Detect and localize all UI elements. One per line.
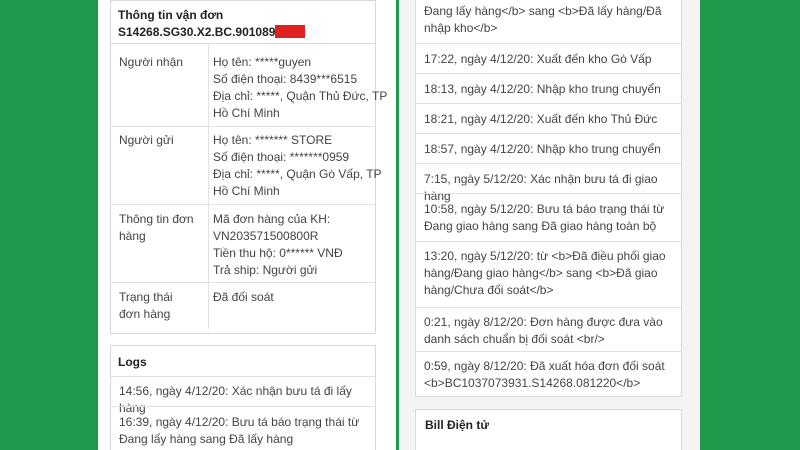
right-screen: Đang lấy hàng</b> sang <b>Đã lấy hàng/Đã… (399, 0, 700, 450)
order-info-header: Thông tin vận đơn S14268.SG30.X2.BC.9010… (111, 1, 375, 44)
shipping-payer: Trả ship: Người gửi (213, 263, 318, 277)
receiver-label: Người nhận (119, 55, 183, 69)
left-screen: Thông tin vận đơn S14268.SG30.X2.BC.9010… (98, 0, 396, 450)
receiver-name: Họ tên: *****guyen (213, 55, 312, 69)
log-entry: 18:21, ngày 4/12/20: Xuất đến kho Thủ Đứ… (416, 103, 681, 133)
receiver-phone: Số điện thoại: 8439***6515 (213, 72, 358, 86)
log-entry: 0:59, ngày 8/12/20: Đã xuất hóa đơn đối … (416, 351, 681, 396)
receiver-address: Địa chỉ: *****, Quận Thủ Đức, TP Hồ Chí … (213, 89, 388, 120)
order-details-label: Thông tin đơn hàng (119, 212, 194, 243)
logs-card-right: Đang lấy hàng</b> sang <b>Đã lấy hàng/Đã… (415, 0, 682, 397)
sender-name: Họ tên: ******* STORE (213, 133, 333, 147)
sender-phone: Số điện thoại: *******0959 (213, 150, 350, 164)
logs-card-left: Logs 14:56, ngày 4/12/20: Xác nhận bưu t… (110, 345, 376, 450)
log-entry: 13:20, ngày 5/12/20: từ <b>Đã điều phối … (416, 241, 681, 307)
log-entry: 17:22, ngày 4/12/20: Xuất đến kho Gò Vấp (416, 43, 681, 73)
order-info-title: Thông tin vận đơn (118, 8, 224, 22)
customer-order-code: Mã đơn hàng của KH: VN203571500800R (213, 212, 331, 243)
cod-amount: Tiền thu hộ: 0****** VNĐ (213, 246, 343, 260)
log-entry: 10:58, ngày 5/12/20: Bưu tá báo trạng th… (416, 193, 681, 241)
log-entry: 18:13, ngày 4/12/20: Nhập kho trung chuy… (416, 73, 681, 103)
log-entry: 18:57, ngày 4/12/20: Nhập kho trung chuy… (416, 133, 681, 163)
log-entry: 0:21, ngày 8/12/20: Đơn hàng được đưa và… (416, 307, 681, 351)
row-divider (111, 282, 375, 283)
logs-title: Logs (118, 355, 147, 369)
column-divider (208, 43, 209, 329)
log-entry-partial: Đang lấy hàng</b> sang <b>Đã lấy hàng/Đã… (424, 4, 662, 35)
log-entry: 16:39, ngày 4/12/20: Bưu tá báo trạng th… (111, 406, 375, 450)
order-status-value: Đã đối soát (213, 290, 274, 304)
row-divider (111, 204, 375, 205)
order-info-card: Thông tin vận đơn S14268.SG30.X2.BC.9010… (110, 0, 387, 334)
sender-label: Người gửi (119, 133, 174, 147)
row-divider (111, 126, 375, 127)
redaction-mark (275, 25, 306, 38)
tracking-code: S14268.SG30.X2.BC.901089 (118, 23, 306, 41)
bill-title[interactable]: Bill Điện tử (425, 416, 489, 434)
log-entry: 14:56, ngày 4/12/20: Xác nhận bưu tá đi … (111, 376, 375, 415)
log-entry: 7:15, ngày 5/12/20: Xác nhận bưu tá đi g… (416, 163, 681, 203)
sender-address: Địa chỉ: *****, Quận Gò Vấp, TP Hồ Chí M… (213, 167, 382, 198)
bill-card: Bill Điện tử (415, 409, 682, 450)
order-status-label: Trạng thái đơn hàng (119, 290, 173, 321)
